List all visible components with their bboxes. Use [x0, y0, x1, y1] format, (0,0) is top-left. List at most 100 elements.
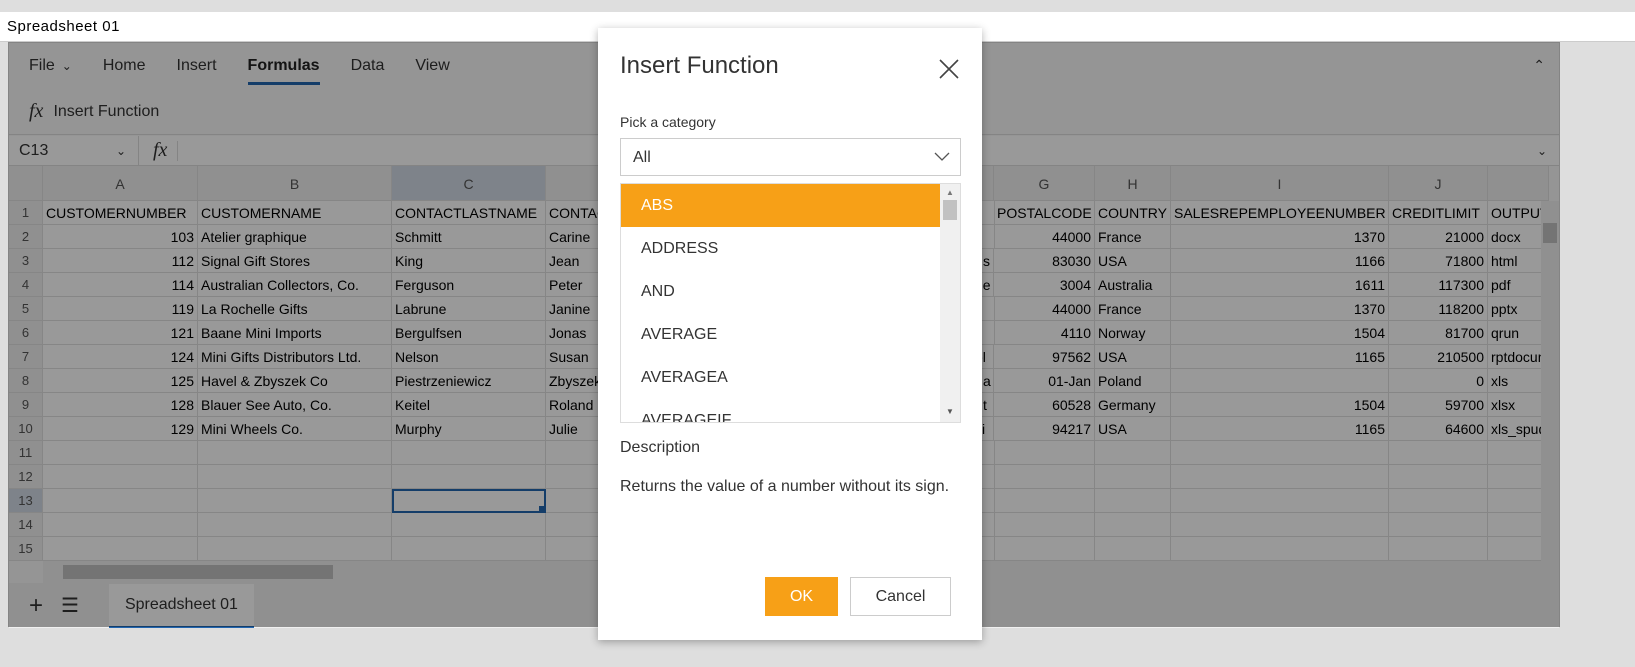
cell[interactable] — [198, 465, 392, 489]
cell[interactable] — [1389, 465, 1488, 489]
cell[interactable]: USA — [1095, 345, 1171, 369]
tab-formulas[interactable]: Formulas — [247, 49, 320, 85]
cell[interactable]: xls_spud — [1488, 417, 1549, 441]
row-header[interactable]: 15 — [9, 537, 43, 561]
column-header[interactable]: I — [1171, 166, 1389, 201]
cell[interactable] — [1171, 513, 1389, 537]
cell[interactable]: USA — [1095, 249, 1171, 273]
cell[interactable]: USA — [1095, 417, 1171, 441]
cell[interactable]: Keitel — [392, 393, 546, 417]
cell[interactable]: rptdocument — [1488, 345, 1549, 369]
cell[interactable]: pptx — [1488, 297, 1549, 321]
cell[interactable]: 1504 — [1171, 393, 1389, 417]
row-header[interactable]: 5 — [9, 297, 43, 321]
cell[interactable] — [1488, 513, 1549, 537]
tab-home[interactable]: Home — [103, 49, 146, 83]
cell[interactable]: 94217 — [994, 417, 1095, 441]
cell[interactable] — [1095, 441, 1171, 465]
cell[interactable]: Havel & Zbyszek Co — [198, 369, 392, 393]
cell[interactable]: 1370 — [1171, 297, 1389, 321]
cell[interactable]: xlsx — [1488, 393, 1549, 417]
cell[interactable]: Piestrzeniewicz — [392, 369, 546, 393]
row-header[interactable]: 12 — [9, 465, 43, 489]
tab-data[interactable]: Data — [351, 49, 385, 83]
cell[interactable]: CREDITLIMIT — [1389, 201, 1488, 225]
cell[interactable] — [1488, 489, 1549, 513]
cell[interactable]: 103 — [43, 225, 198, 249]
cell[interactable] — [1095, 489, 1171, 513]
cell[interactable] — [994, 489, 1095, 513]
cell[interactable]: 125 — [43, 369, 198, 393]
cell[interactable]: Mini Gifts Distributors Ltd. — [198, 345, 392, 369]
cell[interactable] — [198, 513, 392, 537]
function-item[interactable]: ADDRESS — [621, 227, 960, 270]
cell[interactable]: 1611 — [1171, 273, 1389, 297]
cell[interactable]: France — [1095, 297, 1171, 321]
cell[interactable]: CUSTOMERNAME — [198, 201, 392, 225]
cell[interactable]: pdf — [1488, 273, 1549, 297]
cell[interactable]: Germany — [1095, 393, 1171, 417]
cell[interactable]: Ferguson — [392, 273, 546, 297]
row-header[interactable]: 1 — [9, 201, 43, 225]
row-header[interactable]: 13 — [9, 489, 43, 513]
add-sheet-icon[interactable]: + — [29, 592, 43, 620]
cell[interactable]: 01-Jan — [994, 369, 1095, 393]
cell[interactable]: html — [1488, 249, 1549, 273]
cell[interactable]: France — [1095, 225, 1171, 249]
row-header[interactable]: 7 — [9, 345, 43, 369]
cell[interactable] — [43, 465, 198, 489]
cell[interactable]: COUNTRY — [1095, 201, 1171, 225]
cell[interactable]: 117300 — [1389, 273, 1488, 297]
selected-cell[interactable] — [392, 489, 546, 513]
cell[interactable]: CONTACTLASTNAME — [392, 201, 546, 225]
cell[interactable]: 64600 — [1389, 417, 1488, 441]
cell[interactable]: 3004 — [994, 273, 1095, 297]
tab-file[interactable]: File — [29, 49, 55, 83]
insert-function-button[interactable]: fx Insert Function — [29, 100, 159, 123]
cell[interactable]: 1166 — [1171, 249, 1389, 273]
cell[interactable]: 114 — [43, 273, 198, 297]
collapse-ribbon-icon[interactable]: ⌃ — [1533, 57, 1545, 74]
cell[interactable]: 83030 — [994, 249, 1095, 273]
column-header[interactable] — [1488, 166, 1549, 201]
cell[interactable]: Nelson — [392, 345, 546, 369]
cell[interactable] — [1171, 465, 1389, 489]
tab-view[interactable]: View — [415, 49, 449, 83]
cell[interactable]: 1165 — [1171, 345, 1389, 369]
column-header[interactable]: H — [1095, 166, 1171, 201]
vertical-scrollbar[interactable] — [1541, 201, 1559, 561]
row-header[interactable]: 8 — [9, 369, 43, 393]
cell[interactable] — [392, 465, 546, 489]
cell[interactable]: 0 — [1389, 369, 1488, 393]
ok-button[interactable]: OK — [765, 577, 838, 616]
cell[interactable]: Australian Collectors, Co. — [198, 273, 392, 297]
cell[interactable]: OUTPUT — [1488, 201, 1549, 225]
function-item[interactable]: AND — [621, 270, 960, 313]
row-header[interactable]: 3 — [9, 249, 43, 273]
cell[interactable] — [1095, 537, 1171, 561]
sheet-tab[interactable]: Spreadsheet 01 — [108, 583, 254, 628]
cell[interactable] — [43, 489, 198, 513]
row-header[interactable]: 9 — [9, 393, 43, 417]
cell[interactable]: 118200 — [1389, 297, 1488, 321]
cell[interactable]: 1504 — [1171, 321, 1389, 345]
cell[interactable] — [1171, 369, 1389, 393]
select-all-corner[interactable] — [9, 166, 43, 201]
row-header[interactable]: 14 — [9, 513, 43, 537]
cell[interactable]: POSTALCODE — [994, 201, 1095, 225]
cell[interactable]: 97562 — [994, 345, 1095, 369]
cell[interactable]: 210500 — [1389, 345, 1488, 369]
cell[interactable]: King — [392, 249, 546, 273]
cell[interactable]: 1165 — [1171, 417, 1389, 441]
cell[interactable]: 21000 — [1389, 225, 1488, 249]
cell[interactable]: 4110 — [994, 321, 1095, 345]
cell[interactable] — [43, 537, 198, 561]
cell[interactable]: Signal Gift Stores — [198, 249, 392, 273]
cell[interactable]: docx — [1488, 225, 1549, 249]
cell[interactable]: 129 — [43, 417, 198, 441]
cell[interactable]: 44000 — [994, 297, 1095, 321]
column-header[interactable]: B — [198, 166, 392, 201]
cell[interactable] — [1095, 465, 1171, 489]
cell[interactable]: Atelier graphique — [198, 225, 392, 249]
function-item[interactable]: AVERAGE — [621, 313, 960, 356]
